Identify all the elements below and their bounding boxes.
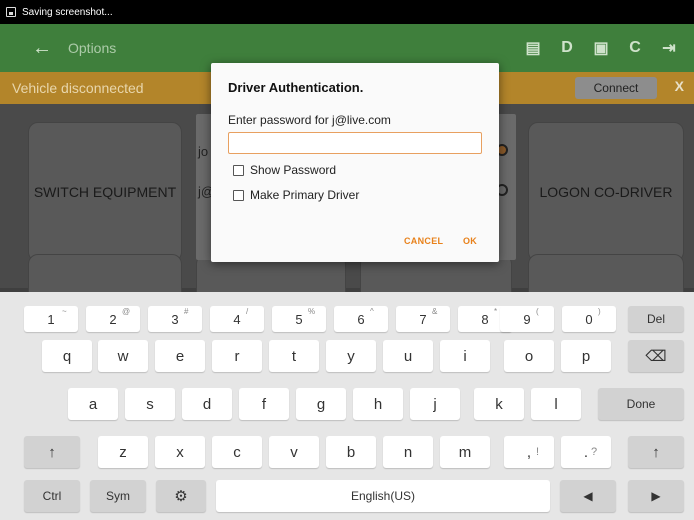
key-p[interactable]: p xyxy=(561,340,611,372)
cursor-left-key[interactable]: ◀ xyxy=(560,480,616,512)
key-q[interactable]: q xyxy=(42,340,92,372)
sym-key[interactable]: Sym xyxy=(90,480,146,512)
key-5[interactable]: 5% xyxy=(272,306,326,332)
key-r[interactable]: r xyxy=(212,340,262,372)
key-e[interactable]: e xyxy=(155,340,205,372)
duty-status-icon[interactable]: D xyxy=(550,39,584,57)
key-u[interactable]: u xyxy=(383,340,433,372)
settings-gear-icon[interactable]: ⚙ xyxy=(156,480,206,512)
key-i[interactable]: i xyxy=(440,340,490,372)
ok-button[interactable]: OK xyxy=(463,236,477,246)
back-arrow-icon[interactable]: ← xyxy=(32,37,58,60)
key-l[interactable]: l xyxy=(531,388,581,420)
ctrl-key[interactable]: Ctrl xyxy=(24,480,80,512)
cancel-button[interactable]: CANCEL xyxy=(404,236,443,246)
key-n[interactable]: n xyxy=(383,436,433,468)
key-h[interactable]: h xyxy=(353,388,403,420)
key-d[interactable]: d xyxy=(182,388,232,420)
key-f[interactable]: f xyxy=(239,388,289,420)
key-9[interactable]: 9( xyxy=(500,306,554,332)
shift-key-right[interactable]: ↑ xyxy=(628,436,684,468)
password-input[interactable] xyxy=(228,132,482,154)
space-key[interactable]: English(US) xyxy=(216,480,550,512)
driver-row-label: jo xyxy=(198,144,209,159)
key-6[interactable]: 6 ^ xyxy=(334,306,388,332)
key-7[interactable]: 7 & xyxy=(396,306,450,332)
key-3[interactable]: 3 # xyxy=(148,306,202,332)
show-password-checkbox[interactable]: Show Password xyxy=(233,163,336,177)
screenshot-icon xyxy=(6,7,16,17)
refresh-icon[interactable]: C xyxy=(618,39,652,57)
key-period[interactable]: .? xyxy=(561,436,611,468)
delete-key[interactable]: Del xyxy=(628,306,684,332)
show-password-label: Show Password xyxy=(250,163,337,177)
checkbox-icon xyxy=(233,189,244,201)
key-t[interactable]: t xyxy=(269,340,319,372)
key-g[interactable]: g xyxy=(296,388,346,420)
on-screen-keyboard: 1 ~ 2 @ 3 # 4/ 5% 6 ^ 7 & 8 * 9( 0) Del q w e … xyxy=(0,292,694,520)
logon-codriver-tile[interactable]: LOGON CO-DRIVER xyxy=(528,122,684,262)
checkbox-icon xyxy=(233,164,244,176)
key-m[interactable]: m xyxy=(440,436,490,468)
shift-key-left[interactable]: ↑ xyxy=(24,436,80,468)
key-a[interactable]: a xyxy=(68,388,118,420)
switch-equipment-tile[interactable]: SWITCH EQUIPMENT xyxy=(28,122,182,262)
app-bar-actions: ▤ D ▣ C ⇥ xyxy=(516,24,686,72)
key-s[interactable]: s xyxy=(125,388,175,420)
key-k[interactable]: k xyxy=(474,388,524,420)
key-b[interactable]: b xyxy=(326,436,376,468)
close-banner-button[interactable]: X xyxy=(675,78,684,94)
driver-authentication-dialog: Driver Authentication. Enter password fo… xyxy=(211,63,499,262)
key-comma[interactable]: ,! xyxy=(504,436,554,468)
page-title: Options xyxy=(68,40,117,56)
key-1[interactable]: 1 ~ xyxy=(24,306,78,332)
key-w[interactable]: w xyxy=(98,340,148,372)
key-c[interactable]: c xyxy=(212,436,262,468)
inspection-icon[interactable]: ▣ xyxy=(584,38,618,58)
password-prompt: Enter password for j@live.com xyxy=(228,113,391,127)
banner-message: Vehicle disconnected xyxy=(12,80,144,96)
status-text: Saving screenshot... xyxy=(22,6,113,18)
primary-driver-label: Make Primary Driver xyxy=(250,188,360,202)
dialog-title: Driver Authentication. xyxy=(228,80,364,95)
key-x[interactable]: x xyxy=(155,436,205,468)
key-j[interactable]: j xyxy=(410,388,460,420)
key-v[interactable]: v xyxy=(269,436,319,468)
cursor-right-key[interactable]: ▶ xyxy=(628,480,684,512)
key-o[interactable]: o xyxy=(504,340,554,372)
key-y[interactable]: y xyxy=(326,340,376,372)
key-0[interactable]: 0) xyxy=(562,306,616,332)
make-primary-driver-checkbox[interactable]: Make Primary Driver xyxy=(233,188,359,202)
done-key[interactable]: Done xyxy=(598,388,684,420)
status-bar: Saving screenshot... xyxy=(0,0,694,24)
key-2[interactable]: 2 @ xyxy=(86,306,140,332)
logout-icon[interactable]: ⇥ xyxy=(652,38,686,58)
log-icon[interactable]: ▤ xyxy=(516,38,550,58)
backspace-key[interactable]: ⌫ xyxy=(628,340,684,372)
connect-button[interactable]: Connect xyxy=(575,77,657,99)
key-4[interactable]: 4/ xyxy=(210,306,264,332)
key-z[interactable]: z xyxy=(98,436,148,468)
